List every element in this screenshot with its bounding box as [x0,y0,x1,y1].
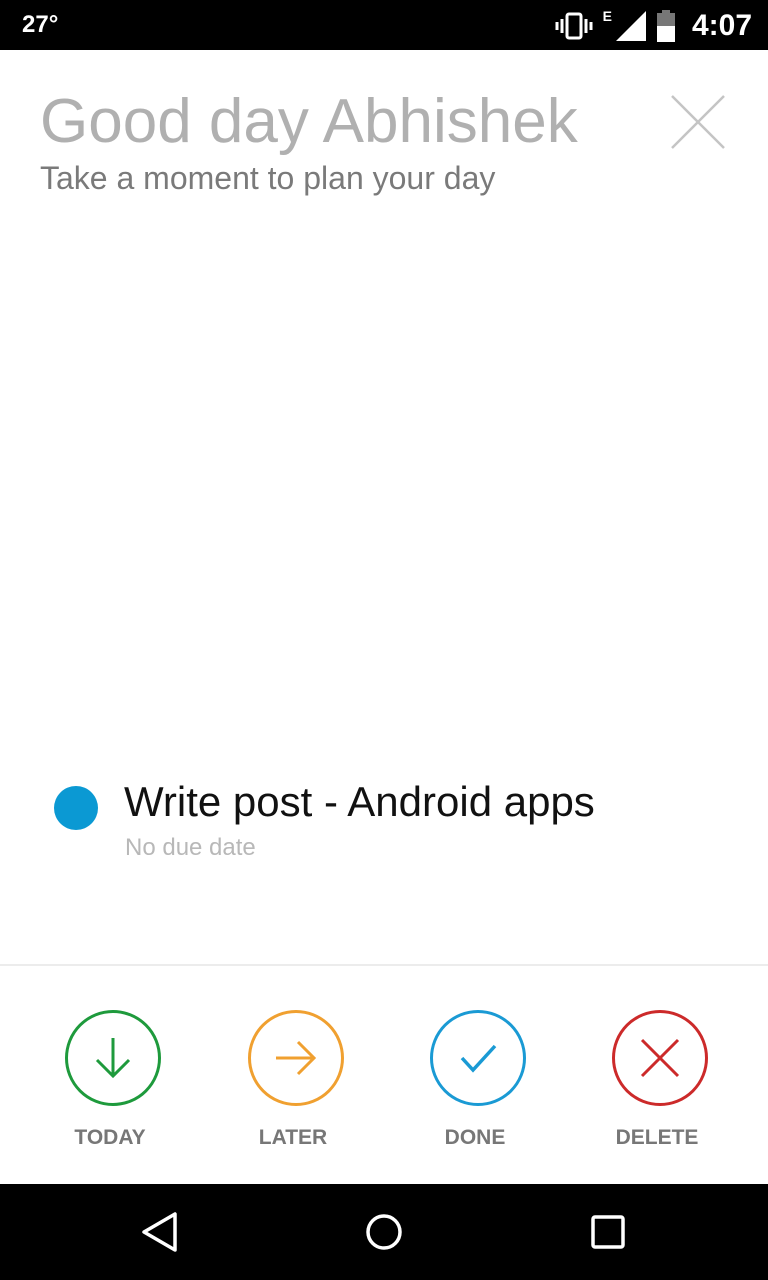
status-icons: E 4:07 [555,6,752,46]
close-button[interactable] [664,88,732,156]
status-bar: 27° E 4:07 [0,0,768,50]
signal-icon [615,11,646,41]
network-type-label: E [602,8,612,24]
done-button[interactable]: DONE [403,1008,553,1158]
delete-label: DELETE [615,1126,699,1149]
back-icon [142,1212,177,1252]
done-ring [430,1010,526,1106]
home-icon [366,1214,402,1250]
checkmark-icon [460,1044,497,1073]
done-label: DONE [444,1126,506,1149]
plan-header: Good day Abhishek Take a moment to plan … [0,50,768,230]
later-label: LATER [258,1126,328,1149]
today-button[interactable]: TODAY [38,1008,188,1158]
today-ring [65,1010,161,1106]
status-time: 4:07 [691,9,752,42]
home-button[interactable] [354,1202,414,1262]
arrow-down-icon [95,1038,131,1079]
task-title: Write post - Android apps [124,778,595,825]
delete-button[interactable]: DELETE [585,1008,735,1158]
later-button[interactable]: LATER [221,1008,371,1158]
recents-icon [591,1215,625,1249]
later-ring [248,1010,344,1106]
recents-button[interactable] [578,1202,638,1262]
task-color-dot [54,786,98,830]
close-icon [671,95,725,149]
today-label: TODAY [74,1126,146,1149]
delete-ring [612,1010,708,1106]
system-nav-bar [0,1184,768,1280]
back-button[interactable] [130,1202,190,1262]
greeting-subtitle: Take a moment to plan your day [40,160,496,196]
task-due-date: No due date [125,834,256,861]
battery-icon [656,10,675,42]
task-item[interactable]: Write post - Android apps No due date [0,770,768,880]
greeting-title: Good day Abhishek [40,87,578,156]
vibrate-icon [555,12,593,40]
x-icon [640,1038,680,1078]
arrow-right-icon [276,1040,317,1076]
divider [0,964,768,966]
status-temperature: 27° [22,11,59,38]
